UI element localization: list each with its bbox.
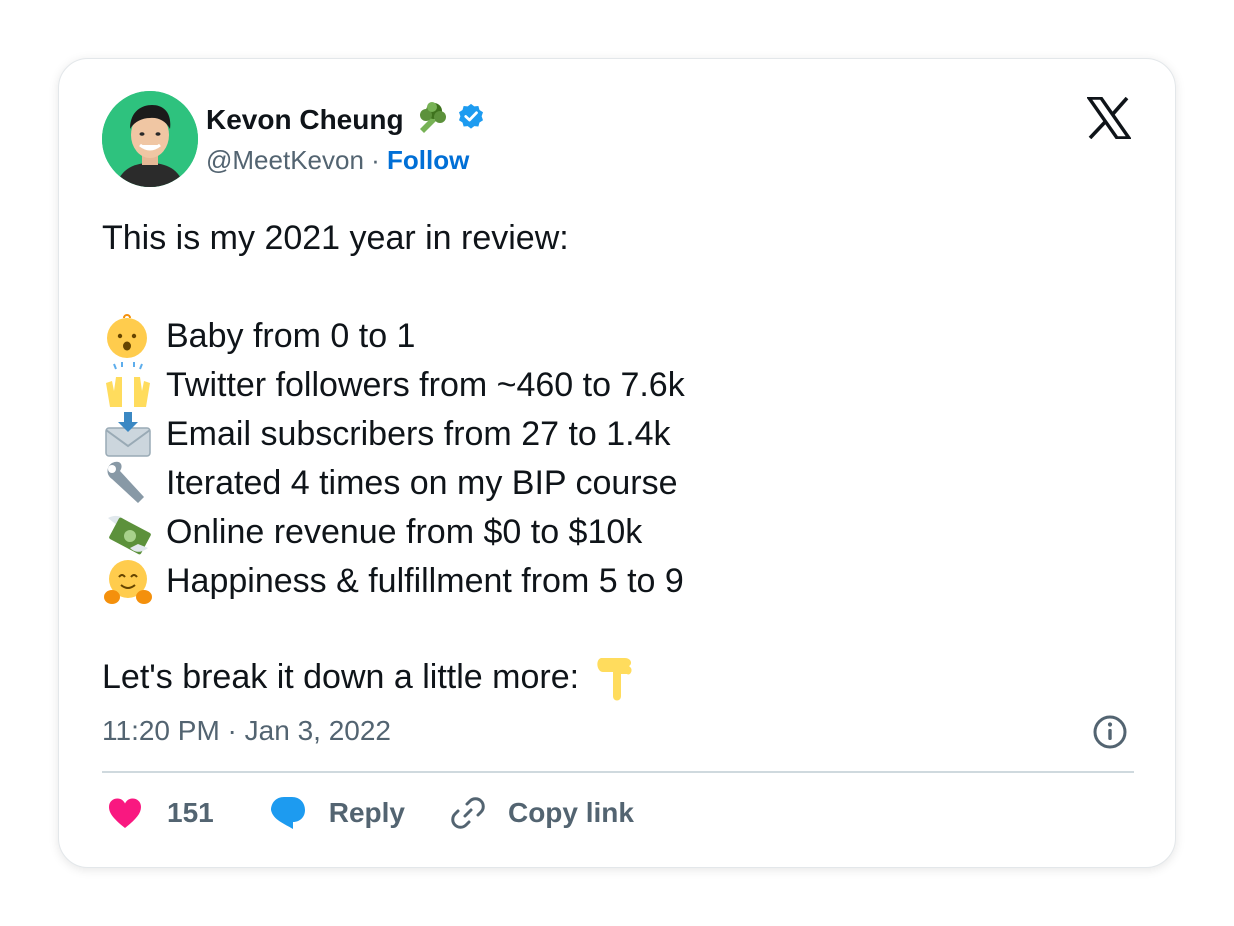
divider xyxy=(102,771,1134,773)
list-item: Email subscribers from 27 to 1.4k xyxy=(102,410,1102,459)
baby-icon xyxy=(102,312,154,361)
link-icon xyxy=(450,795,486,831)
list-item: Happiness & fulfillment from 5 to 9 xyxy=(102,557,1102,606)
author-name[interactable]: Kevon Cheung xyxy=(206,104,404,136)
tweet-text: This is my 2021 year in review: Baby fro… xyxy=(102,214,1102,702)
reply-button[interactable]: Reply xyxy=(269,795,405,831)
list-item-text: Online revenue from $0 to $10k xyxy=(166,513,643,551)
author-handle[interactable]: @MeetKevon xyxy=(206,145,364,175)
avatar[interactable] xyxy=(102,91,198,187)
info-icon[interactable] xyxy=(1092,714,1128,750)
tweet-card: Kevon Cheung @MeetKevon · Follow This is… xyxy=(58,58,1176,868)
list-item-text: Happiness & fulfillment from 5 to 9 xyxy=(166,562,684,600)
envelope-arrow-icon xyxy=(102,410,154,459)
speech-bubble-icon xyxy=(269,795,307,831)
avatar-image xyxy=(102,91,198,187)
broccoli-icon xyxy=(412,99,448,140)
tweet-outro: Let's break it down a little more: xyxy=(102,658,580,696)
author-name-row: Kevon Cheung xyxy=(206,99,486,140)
list-item: Baby from 0 to 1 xyxy=(102,312,1102,361)
tweet-outro-line: Let's break it down a little more: xyxy=(102,653,1102,702)
x-logo-icon[interactable] xyxy=(1085,96,1133,140)
list-item-text: Baby from 0 to 1 xyxy=(166,317,416,355)
money-wings-icon xyxy=(102,508,154,557)
tweet-intro: This is my 2021 year in review: xyxy=(102,219,569,257)
like-count: 151 xyxy=(167,797,214,828)
list-item-text: Email subscribers from 27 to 1.4k xyxy=(166,415,671,453)
list-item-text: Iterated 4 times on my BIP course xyxy=(166,464,678,502)
raising-hands-icon xyxy=(102,361,154,410)
reply-label: Reply xyxy=(328,797,405,828)
list-item: Online revenue from $0 to $10k xyxy=(102,508,1102,557)
handle-separator: · xyxy=(363,145,388,175)
copy-link-button[interactable]: Copy link xyxy=(450,795,634,831)
copy-link-label: Copy link xyxy=(507,797,634,828)
list-item-text: Twitter followers from ~460 to 7.6k xyxy=(166,366,685,404)
action-bar: 151 Reply Copy link xyxy=(107,791,634,835)
list-item: Iterated 4 times on my BIP course xyxy=(102,459,1102,508)
tweet-timestamp[interactable]: 11:20 PM · Jan 3, 2022 xyxy=(102,715,391,747)
author-handle-row: @MeetKevon · Follow xyxy=(206,145,469,176)
wrench-icon xyxy=(102,459,154,508)
hugging-face-icon xyxy=(102,557,154,606)
pointing-down-icon xyxy=(591,652,641,704)
verified-badge-icon xyxy=(456,102,486,137)
follow-button[interactable]: Follow xyxy=(387,145,469,175)
heart-icon xyxy=(107,797,143,829)
list-item: Twitter followers from ~460 to 7.6k xyxy=(102,361,1102,410)
like-button[interactable]: 151 xyxy=(107,797,214,829)
